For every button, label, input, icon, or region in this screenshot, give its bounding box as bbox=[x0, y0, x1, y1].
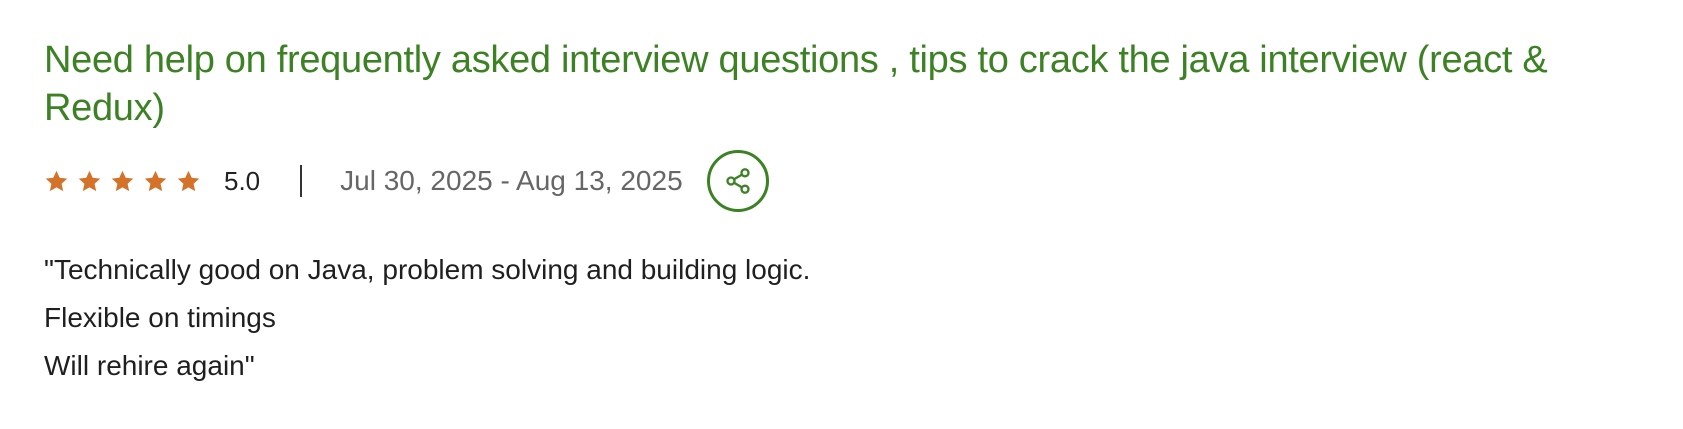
star-icon bbox=[110, 169, 135, 194]
meta-divider bbox=[300, 165, 303, 197]
review-line: Will rehire again" bbox=[44, 350, 255, 381]
rating-value: 5.0 bbox=[224, 165, 261, 196]
job-title[interactable]: Need help on frequently asked interview … bbox=[44, 36, 1564, 132]
review-line: "Technically good on Java, problem solvi… bbox=[44, 254, 811, 285]
review-card: Need help on frequently asked interview … bbox=[0, 0, 1683, 429]
star-icon bbox=[176, 169, 201, 194]
star-rating bbox=[44, 169, 201, 194]
share-button[interactable] bbox=[706, 150, 769, 212]
star-icon bbox=[77, 169, 102, 194]
star-icon bbox=[44, 169, 69, 194]
review-text: "Technically good on Java, problem solvi… bbox=[44, 246, 1683, 390]
share-icon bbox=[724, 167, 752, 195]
review-line: Flexible on timings bbox=[44, 302, 276, 333]
contract-date-range: Jul 30, 2025 - Aug 13, 2025 bbox=[340, 165, 683, 196]
review-meta: 5.0 Jul 30, 2025 - Aug 13, 2025 bbox=[44, 148, 1683, 214]
star-icon bbox=[143, 169, 168, 194]
